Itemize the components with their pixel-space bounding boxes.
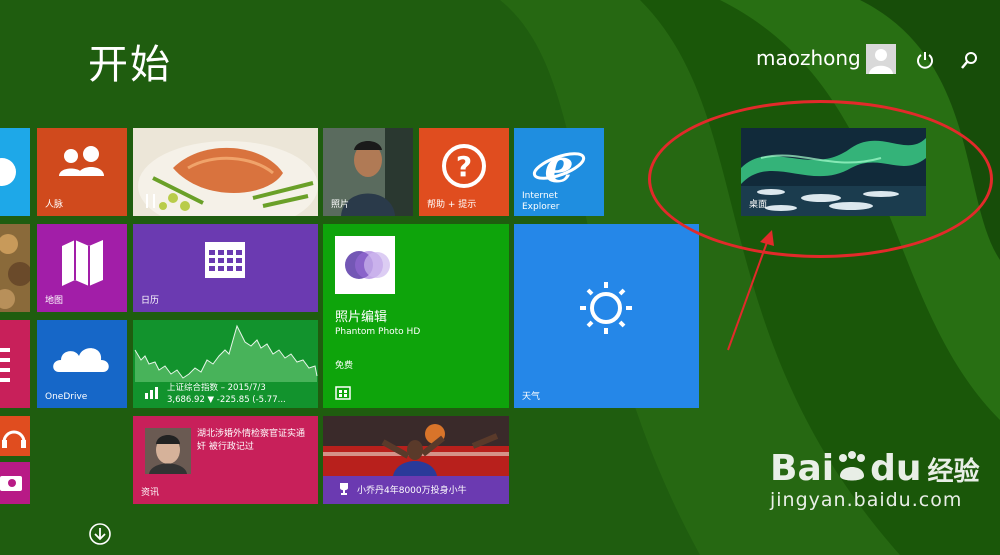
svg-text:e: e: [544, 139, 573, 193]
reader-partial-tile[interactable]: [0, 320, 30, 408]
help-tips-tile[interactable]: ? 帮助 + 提示: [419, 128, 509, 216]
photo-editor-price: 免费: [335, 361, 354, 371]
store-icon: [335, 386, 351, 400]
people-tile[interactable]: 人脉: [37, 128, 127, 216]
watermark-url: jingyan.baidu.com: [770, 489, 963, 511]
photos-tile-label: 照片: [331, 200, 350, 210]
finance-tile[interactable]: 上证综合指数 – 2015/7/3 3,686.92 ▼ -225.85 (-5…: [133, 320, 318, 408]
trophy-icon: [340, 483, 348, 495]
people-tile-label: 人脉: [45, 200, 64, 210]
ie-logo-icon: e: [532, 139, 586, 193]
sports-headline: 小乔丹4年8000万投身小牛: [357, 486, 467, 496]
phantom-photo-editor-tile[interactable]: 照片编辑 Phantom Photo HD 免费: [323, 224, 509, 408]
ie-tile-label-1: Internet: [522, 191, 558, 201]
chart-up-icon: [145, 387, 158, 399]
highlight-circle-annotation: [648, 100, 993, 258]
question-icon: ?: [442, 144, 486, 188]
sports-tile[interactable]: 小乔丹4年8000万投身小牛: [323, 416, 509, 504]
weather-tile-label: 天气: [522, 392, 541, 402]
user-avatar[interactable]: [866, 44, 896, 74]
all-apps-arrow-down-icon[interactable]: [88, 522, 112, 546]
people-icon: [59, 146, 104, 176]
food-partial-tile[interactable]: [0, 224, 30, 312]
sun-icon: [580, 282, 632, 334]
weather-tile[interactable]: 天气: [514, 224, 699, 408]
calendar-tile[interactable]: 日历: [133, 224, 318, 312]
news-tile-label: 资讯: [141, 488, 160, 498]
news-tile[interactable]: 湖北涉婚外情检察官证实通奸 被行政记过 资讯: [133, 416, 318, 504]
internet-explorer-tile[interactable]: e Internet Explorer: [514, 128, 604, 216]
photo-editor-subtitle: Phantom Photo HD: [335, 327, 421, 337]
maps-tile-label: 地图: [45, 296, 64, 306]
map-icon: [62, 240, 103, 286]
help-tile-label: 帮助 + 提示: [427, 200, 477, 210]
news-headline: 湖北涉婚外情检察官证实通奸 被行政记过: [197, 429, 306, 452]
cloud-icon: [53, 348, 109, 372]
finance-index-value: 3,686.92 ▼ -225.85 (-5.77...: [167, 395, 286, 405]
finance-index-title: 上证综合指数 – 2015/7/3: [167, 383, 266, 393]
svg-text:?: ?: [456, 150, 472, 183]
photos-tile[interactable]: 照片: [323, 128, 413, 216]
paw-icon: [839, 451, 866, 481]
photo-editor-title: 照片编辑: [335, 310, 388, 325]
calendar-icon: [205, 242, 245, 278]
search-icon[interactable]: [958, 49, 980, 71]
news-thumbnail: [145, 428, 191, 474]
onedrive-tile[interactable]: OneDrive: [37, 320, 127, 408]
fork-knife-icon: [146, 194, 155, 208]
onedrive-tile-label: OneDrive: [45, 392, 88, 402]
watermark-brand: Bai: [770, 448, 835, 489]
user-name[interactable]: maozhong: [756, 46, 861, 70]
salmon-plate-image: [138, 141, 318, 216]
skype-tile[interactable]: [0, 128, 30, 216]
calendar-tile-label: 日历: [141, 296, 160, 306]
watermark-brand-cn: 经验: [927, 457, 980, 487]
basketball-photo: [323, 416, 509, 476]
phantom-app-logo: [335, 236, 395, 294]
watermark-brand2: du: [870, 448, 922, 489]
arrow-annotation: [727, 230, 774, 351]
baidu-watermark: Bai du 经验 jingyan.baidu.com: [770, 448, 980, 511]
ie-tile-label-2: Explorer: [522, 202, 560, 212]
start-title: 开始: [88, 42, 172, 88]
food-drink-tile[interactable]: [133, 128, 318, 216]
power-icon[interactable]: [914, 49, 936, 71]
music-partial-tile[interactable]: [0, 416, 30, 456]
camera-partial-tile[interactable]: [0, 462, 30, 504]
maps-tile[interactable]: 地图: [37, 224, 127, 312]
